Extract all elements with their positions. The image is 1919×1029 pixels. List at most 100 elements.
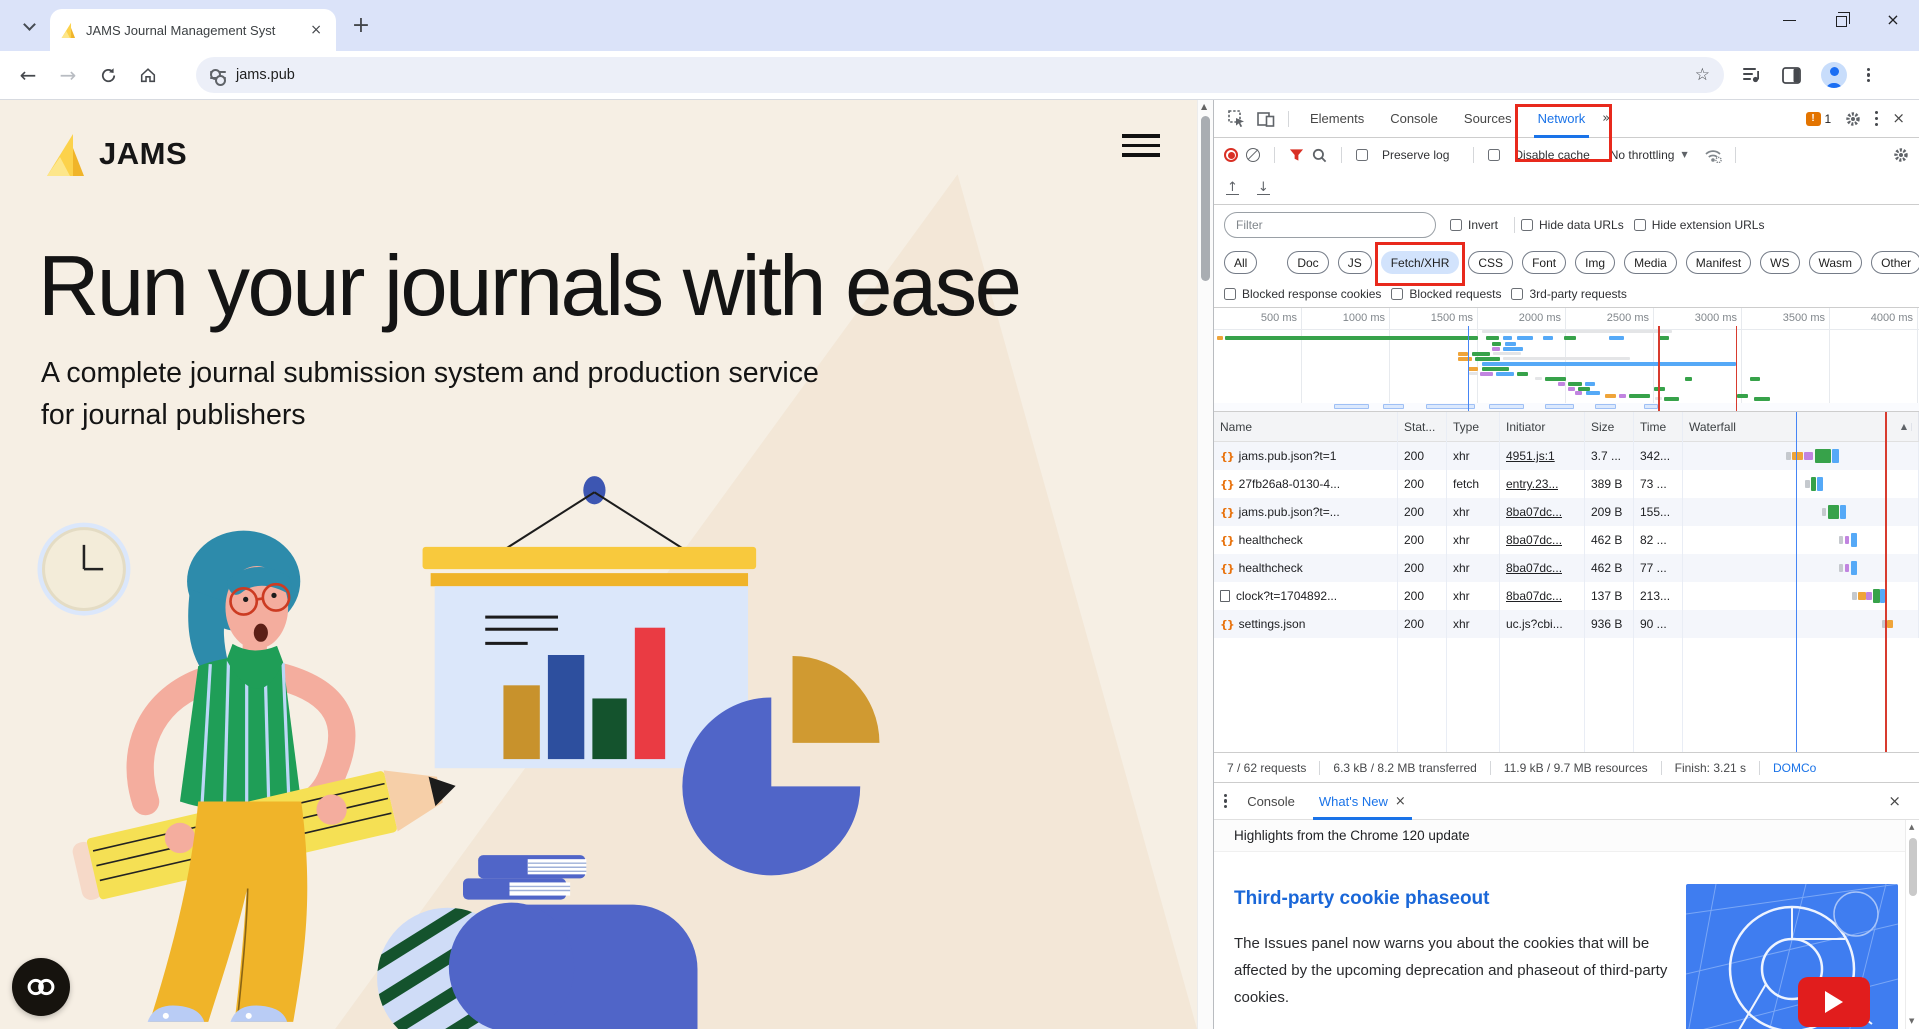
hamburger-menu-icon[interactable] — [1122, 134, 1160, 157]
filter-funnel-icon[interactable] — [1289, 148, 1304, 162]
inspect-element-button[interactable] — [1222, 106, 1250, 132]
filter-pill-manifest[interactable]: Manifest — [1686, 251, 1751, 274]
initiator-link[interactable]: uc.js?cbi... — [1506, 617, 1563, 631]
devtools-close-icon[interactable]: × — [1892, 111, 1905, 126]
initiator-link[interactable]: 4951.js:1 — [1506, 449, 1555, 463]
network-conditions-icon[interactable] — [1704, 148, 1723, 163]
initiator-link[interactable]: 8ba07dc... — [1506, 533, 1562, 547]
restore-button[interactable] — [1815, 0, 1867, 40]
device-toolbar-button[interactable] — [1252, 106, 1280, 132]
drawer-scrollbar[interactable]: ▲ ▼ — [1905, 820, 1919, 1029]
close-button[interactable]: × — [1867, 0, 1919, 40]
back-button[interactable]: ← — [8, 57, 48, 93]
clear-button[interactable] — [1246, 148, 1260, 162]
column-header-time[interactable]: Time — [1634, 412, 1683, 441]
reload-button[interactable] — [88, 57, 128, 93]
forward-button[interactable]: → — [48, 57, 88, 93]
filter-pill-img[interactable]: Img — [1575, 251, 1615, 274]
network-request-row[interactable]: {}27fb26a8-0130-4...200fetchentry.23...3… — [1214, 470, 1919, 498]
drawer-tab-whats-new[interactable]: What's New × — [1309, 783, 1416, 820]
disable-cache-checkbox[interactable] — [1488, 149, 1500, 161]
sort-asc-icon[interactable]: ▲ — [1895, 423, 1912, 431]
devtools-tab-network[interactable]: Network — [1525, 100, 1599, 138]
filter-invert-checkbox[interactable] — [1450, 219, 1462, 231]
whats-new-close-icon[interactable]: × — [1395, 795, 1406, 808]
settings-gear-icon[interactable] — [1845, 111, 1861, 127]
initiator-link[interactable]: 8ba07dc... — [1506, 589, 1562, 603]
drawer-scroll-up-icon[interactable]: ▲ — [1909, 824, 1914, 831]
preserve-log-checkbox[interactable] — [1356, 149, 1368, 161]
filter-pill-media[interactable]: Media — [1624, 251, 1677, 274]
column-header-initiator[interactable]: Initiator — [1500, 412, 1585, 441]
network-request-row[interactable]: clock?t=1704892...200xhr8ba07dc...137 B2… — [1214, 582, 1919, 610]
filter-pill-js[interactable]: JS — [1338, 251, 1372, 274]
import-har-icon[interactable]: ↑ — [1226, 181, 1239, 195]
drawer-tab-console[interactable]: Console — [1237, 783, 1305, 820]
filter-pill-fetch-xhr[interactable]: Fetch/XHR — [1381, 251, 1460, 274]
tab-close-icon[interactable]: × — [306, 22, 326, 38]
filter-pill-doc[interactable]: Doc — [1287, 251, 1328, 274]
column-header-size[interactable]: Size — [1585, 412, 1634, 441]
tab-search-button[interactable] — [12, 9, 46, 43]
column-header-name[interactable]: Name — [1214, 412, 1398, 441]
profile-avatar[interactable] — [1821, 62, 1847, 88]
browser-tab[interactable]: JAMS Journal Management Syst × — [50, 9, 336, 51]
address-bar[interactable]: jams.pub ☆ — [196, 57, 1724, 93]
search-icon[interactable] — [1312, 148, 1327, 163]
filter-pill-other[interactable]: Other — [1871, 251, 1919, 274]
filter-input[interactable] — [1224, 212, 1436, 238]
bookmark-star-icon[interactable]: ☆ — [1695, 67, 1710, 84]
req-3rd-party-requests-checkbox[interactable] — [1511, 288, 1523, 300]
site-settings-icon[interactable] — [210, 71, 226, 79]
video-thumbnail[interactable] — [1686, 884, 1898, 1029]
column-header-type[interactable]: Type — [1447, 412, 1500, 441]
initiator-link[interactable]: entry.23... — [1506, 477, 1558, 491]
filter-pill-all[interactable]: All — [1224, 251, 1257, 274]
more-tabs-icon[interactable]: » — [1602, 112, 1610, 125]
summary-domcontentloaded-link[interactable]: DOMCo — [1759, 761, 1816, 775]
url-text[interactable]: jams.pub — [236, 67, 1685, 83]
column-header-waterfall[interactable]: Waterfall▲ — [1683, 412, 1919, 441]
throttling-dropdown[interactable]: No throttling ▼ — [1610, 148, 1688, 162]
scroll-up-icon[interactable]: ▲ — [1201, 103, 1207, 111]
side-panel-icon[interactable] — [1782, 67, 1801, 84]
initiator-link[interactable]: 8ba07dc... — [1506, 561, 1562, 575]
filter-hide-data-urls-checkbox[interactable] — [1521, 219, 1533, 231]
home-button[interactable] — [128, 57, 168, 93]
record-button[interactable] — [1224, 148, 1238, 162]
issues-counter[interactable]: ! 1 — [1806, 112, 1832, 126]
network-request-row[interactable]: {}healthcheck200xhr8ba07dc...462 B82 ... — [1214, 526, 1919, 554]
filter-pill-css[interactable]: CSS — [1468, 251, 1513, 274]
network-request-row[interactable]: {}healthcheck200xhr8ba07dc...462 B77 ... — [1214, 554, 1919, 582]
req-blocked-requests-checkbox[interactable] — [1391, 288, 1403, 300]
filter-pill-font[interactable]: Font — [1522, 251, 1566, 274]
devtools-menu-icon[interactable] — [1875, 111, 1878, 126]
drawer-menu-icon[interactable] — [1224, 794, 1227, 809]
scrollbar-thumb[interactable] — [1201, 116, 1210, 281]
drawer-close-icon[interactable]: × — [1888, 794, 1909, 809]
page-scrollbar[interactable]: ▲ — [1197, 100, 1213, 1029]
devtools-tab-console[interactable]: Console — [1377, 100, 1451, 138]
column-header-stat-[interactable]: Stat... — [1398, 412, 1447, 441]
youtube-play-button[interactable] — [1798, 977, 1870, 1027]
filter-pill-wasm[interactable]: Wasm — [1809, 251, 1863, 274]
media-controls-icon[interactable] — [1742, 66, 1762, 84]
network-settings-gear-icon[interactable] — [1893, 147, 1909, 163]
drawer-scrollbar-thumb[interactable] — [1909, 838, 1917, 896]
cookie-widget-button[interactable] — [12, 958, 70, 1016]
export-har-icon[interactable]: ↓ — [1257, 181, 1270, 195]
devtools-tab-sources[interactable]: Sources — [1451, 100, 1525, 138]
browser-menu-icon[interactable] — [1867, 68, 1870, 83]
devtools-tab-elements[interactable]: Elements — [1297, 100, 1377, 138]
filter-pill-ws[interactable]: WS — [1760, 251, 1799, 274]
network-request-row[interactable]: {}jams.pub.json?t=...200xhr8ba07dc...209… — [1214, 498, 1919, 526]
network-overview-timeline[interactable]: 500 ms1000 ms1500 ms2000 ms2500 ms3000 m… — [1214, 308, 1919, 412]
minimize-button[interactable] — [1763, 0, 1815, 40]
filter-hide-extension-urls-checkbox[interactable] — [1634, 219, 1646, 231]
new-tab-button[interactable]: + — [346, 11, 376, 41]
req-blocked-response-cookies-checkbox[interactable] — [1224, 288, 1236, 300]
network-request-row[interactable]: {}jams.pub.json?t=1200xhr4951.js:13.7 ..… — [1214, 442, 1919, 470]
network-request-row[interactable]: {}settings.json200xhruc.js?cbi...936 B90… — [1214, 610, 1919, 638]
initiator-link[interactable]: 8ba07dc... — [1506, 505, 1562, 519]
drawer-scroll-down-icon[interactable]: ▼ — [1909, 1018, 1914, 1025]
